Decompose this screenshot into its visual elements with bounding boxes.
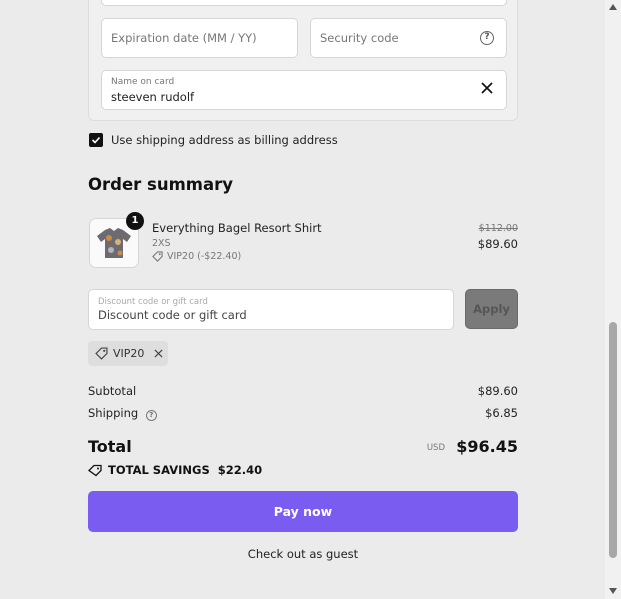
security-code-field[interactable]: Security code ?	[310, 18, 507, 58]
scroll-up-arrow-icon[interactable]	[609, 4, 617, 10]
tag-icon	[95, 347, 108, 360]
name-on-card-label: Name on card	[111, 77, 175, 87]
checkmark-icon	[91, 136, 101, 144]
checkout-as-guest-link[interactable]: Check out as guest	[88, 547, 518, 561]
total-value: $96.45	[456, 437, 518, 456]
question-circle-icon[interactable]: ?	[480, 31, 494, 45]
name-on-card-value: steeven rudolf	[111, 90, 195, 104]
total-label: Total	[88, 437, 132, 456]
discount-code-placeholder: Discount code or gift card	[98, 308, 247, 322]
billing-address-option[interactable]: Use shipping address as billing address	[89, 133, 338, 147]
total-currency: USD	[426, 443, 445, 453]
savings-value: $22.40	[217, 463, 263, 477]
savings-label: TOTAL SAVINGS	[108, 463, 210, 477]
product-discount: VIP20 (-$22.40)	[152, 251, 241, 262]
order-summary-title: Order summary	[88, 175, 234, 194]
name-on-card-field[interactable]: Name on card steeven rudolf	[101, 70, 507, 110]
tag-icon	[152, 251, 163, 262]
card-number-field[interactable]	[101, 0, 507, 6]
discount-code-label: Discount code or gift card	[98, 297, 208, 307]
product-name: Everything Bagel Resort Shirt	[152, 221, 322, 235]
scrollbar-thumb[interactable]	[609, 322, 617, 558]
shirt-image	[97, 228, 131, 258]
card-details-panel: Expiration date (MM / YY) Security code …	[88, 0, 518, 121]
apply-button[interactable]: Apply	[465, 289, 518, 329]
subtotal-label: Subtotal	[88, 384, 137, 398]
billing-checkbox-label: Use shipping address as billing address	[111, 133, 338, 147]
original-price: $112.00	[478, 223, 518, 234]
applied-discount-chip: VIP20	[88, 341, 168, 366]
shipping-value: $6.85	[485, 406, 518, 420]
applied-code-text: VIP20	[113, 347, 145, 360]
vertical-scrollbar[interactable]	[605, 0, 621, 599]
discounted-price: $89.60	[477, 237, 518, 251]
question-circle-icon[interactable]: ?	[145, 410, 157, 421]
subtotal-value: $89.60	[477, 384, 518, 398]
quantity-badge: 1	[126, 212, 144, 230]
expiration-placeholder: Expiration date (MM / YY)	[111, 31, 257, 45]
pay-now-button[interactable]: Pay now	[88, 491, 518, 532]
checkout-page: Expiration date (MM / YY) Security code …	[0, 0, 605, 599]
scroll-down-arrow-icon[interactable]	[609, 588, 617, 594]
remove-code-icon[interactable]	[154, 349, 163, 358]
tag-icon	[88, 464, 102, 476]
expiration-date-field[interactable]: Expiration date (MM / YY)	[101, 18, 298, 58]
discount-code-input[interactable]: Discount code or gift card Discount code…	[88, 289, 454, 330]
total-savings: TOTAL SAVINGS $22.40	[88, 463, 262, 477]
shipping-row-label: Shipping ?	[88, 406, 157, 421]
billing-checkbox[interactable]	[89, 133, 103, 147]
shipping-label: Shipping	[88, 406, 139, 420]
product-variant: 2XS	[152, 238, 171, 249]
security-placeholder: Security code	[320, 31, 399, 45]
close-icon[interactable]	[480, 81, 494, 95]
product-discount-text: VIP20 (-$22.40)	[167, 251, 242, 262]
